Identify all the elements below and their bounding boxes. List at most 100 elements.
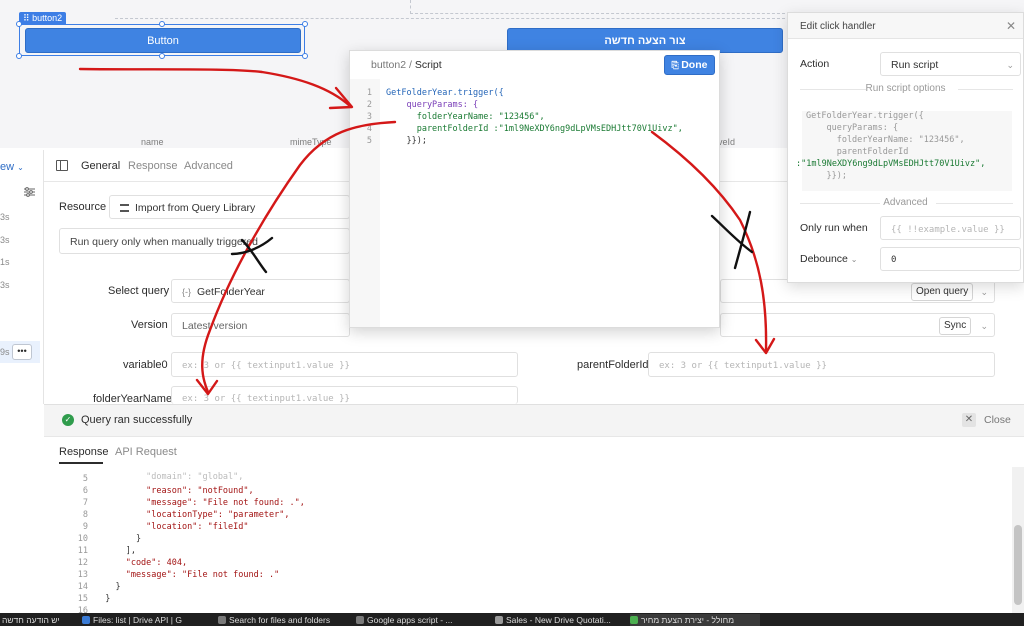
json-line: } [95,534,142,544]
panel-header: Edit click handler ✕ [788,13,1023,39]
trigger-mode-select[interactable]: Run query only when manually triggered [59,228,350,254]
selected-component-tag[interactable]: ⠿ button2 [19,12,67,24]
view-dropdown[interactable]: ew ⌄ [0,157,34,177]
red-arrowhead [754,337,776,355]
json-line: "reason": "notFound", [95,486,254,496]
code-line: parentFolderId [806,147,909,157]
selected-component-name: button2 [32,13,63,23]
line-number: 10 [77,534,88,544]
view-label: ew [0,161,15,173]
parent-folder-input[interactable]: ex: 3 or {{ textinput1.value }} [648,352,995,377]
scrollbar-thumb[interactable] [1014,525,1022,605]
resource-select[interactable]: Import from Query Library [109,195,350,219]
column-name: name [141,137,164,147]
breadcrumb-parent[interactable]: button2 [371,59,406,71]
code-line: folderYearName: "123456", [806,135,965,145]
resize-handle[interactable] [302,53,308,59]
save-icon: ⎘ [671,60,682,70]
divider [936,203,1013,204]
action-select[interactable]: Run script ⌄ [880,52,1021,76]
code-line: }}); [386,136,427,146]
line-number: 5 [366,136,372,146]
query-run-time: 3s [0,212,10,222]
parent-folder-placeholder: ex: 3 or {{ textinput1.value }} [659,361,827,371]
only-run-when-input[interactable]: {{ !!example.value }} [880,216,1021,240]
breadcrumb-separator: / [406,59,415,71]
resize-handle[interactable] [16,21,22,27]
close-button[interactable]: Close [984,414,1011,426]
script-code-editor[interactable]: GetFolderYear.trigger({ queryParams: { f… [380,79,719,327]
close-icon[interactable]: ✕ [1006,19,1016,33]
json-line: "message": "File not found: .", [95,498,305,508]
line-number: 2 [366,100,372,110]
select-query-label: Select query [108,285,170,297]
variable0-input[interactable]: ex: 3 or {{ textinput1.value }} [171,352,518,377]
chevron-down-icon: ⌄ [980,321,988,331]
action-label: Action [800,58,830,70]
line-gutter: 1 2 3 4 5 [350,79,380,327]
debounce-label[interactable]: Debounce ⌄ [800,253,858,265]
result-tabs: Response API Request [44,437,1024,467]
tab-general[interactable]: General [81,160,120,172]
tab-response[interactable]: Response [128,160,178,172]
query-run-time: 9s [0,347,10,357]
close-icon[interactable]: ✕ [962,413,976,427]
popover-header: button2 / Script ⎘ Done [350,51,719,79]
code-line: folderYearName: "123456", [386,112,545,122]
taskbar-item-label: Search for files and folders [229,615,331,625]
breadcrumb-current: Script [414,59,442,71]
query-run-time: 3s [0,280,10,290]
line-number: 14 [77,582,88,592]
resize-handle[interactable] [159,53,165,59]
folder-year-input[interactable]: ex: 3 or {{ textinput1.value }} [171,386,518,404]
sync-button[interactable]: Sync [939,317,972,335]
canvas-button[interactable]: Button [25,28,301,53]
query-icon: {-} [182,287,192,297]
chevron-down-icon: ⌄ [980,287,988,297]
json-line: "message": "File not found: ." [95,570,280,580]
resize-handle[interactable] [302,21,308,27]
taskbar: יש הודעה חדשה Files: list | Drive API | … [0,613,1024,626]
action-value: Run script [891,59,939,71]
taskbar-item[interactable]: Search for files and folders [218,614,346,626]
taskbar-item[interactable]: Sales - New Drive Quotati... [495,614,625,626]
taskbar-item[interactable]: Google apps script - ... [356,614,484,626]
script-editor-popover: button2 / Script ⎘ Done 1 2 3 4 5 GetFol… [349,50,720,328]
chevron-down-icon: ⌄ [17,163,24,172]
json-line: "domain": "global", [95,472,244,482]
taskbar-item[interactable]: יש הודעה חדשה [2,614,70,626]
version-select[interactable]: Latest version [171,313,350,337]
taskbar-item-active[interactable]: מחולל - יצירת הצעת מחיר [630,614,760,626]
line-number: 7 [82,498,88,508]
done-button[interactable]: ⎘ Done [664,55,715,75]
open-query-button[interactable]: Open query [911,283,974,301]
line-number: 9 [82,522,88,532]
resize-handle[interactable] [159,21,165,27]
select-query-value: GetFolderYear [197,286,265,298]
code-line: }}); [806,171,847,181]
query-run-time: 3s [0,235,10,245]
container-guide [410,0,785,14]
resize-handle[interactable] [16,53,22,59]
line-number: 13 [77,570,88,580]
container-guide [115,18,785,19]
script-preview[interactable]: GetFolderYear.trigger({ queryParams: { f… [796,111,1012,191]
more-icon[interactable]: ••• [12,344,32,360]
tab-response[interactable]: Response [59,446,109,458]
taskbar-item-label: מחולל - יצירת הצעת מחיר [641,615,735,625]
line-number: 3 [366,112,372,122]
debounce-input[interactable]: 0 [880,247,1021,271]
panel-layout-icon[interactable] [56,160,68,171]
query-list-sidebar [0,150,44,404]
check-icon: ✓ [62,414,74,426]
tab-api-request[interactable]: API Request [115,446,177,458]
tab-advanced[interactable]: Advanced [184,160,233,172]
browser-icon [356,616,364,624]
json-line: "location": "fileId" [95,522,249,532]
select-query-dropdown[interactable]: {-} GetFolderYear [171,279,350,303]
version-select-end[interactable]: Sync ⌄ [720,313,995,337]
filter-icon[interactable] [24,187,35,197]
taskbar-item[interactable]: Files: list | Drive API | G [82,614,210,626]
variable0-placeholder: ex: 3 or {{ textinput1.value }} [182,361,350,371]
taskbar-item-label: Sales - New Drive Quotati... [506,615,611,625]
